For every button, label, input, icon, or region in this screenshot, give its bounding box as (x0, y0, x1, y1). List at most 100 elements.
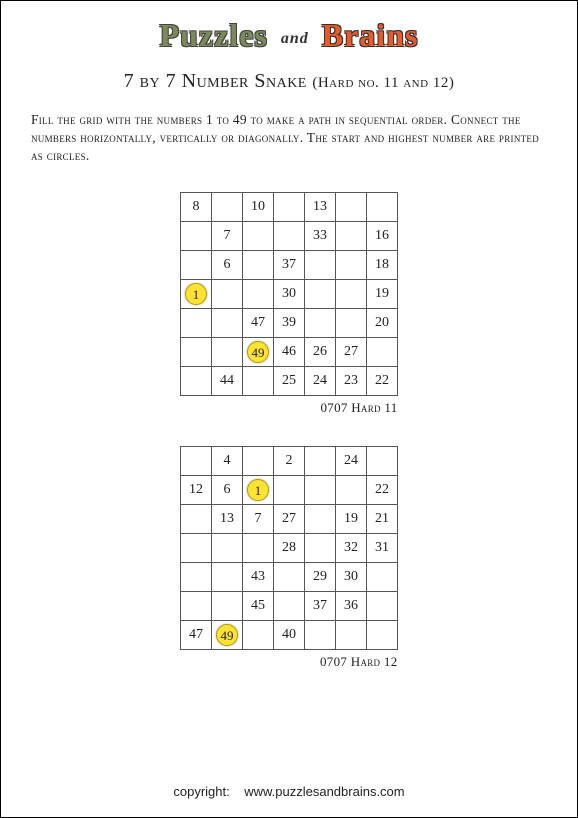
grid-cell[interactable] (181, 504, 212, 533)
grid-cell[interactable] (367, 192, 398, 221)
grid-cell[interactable] (305, 308, 336, 337)
grid-cell[interactable] (305, 279, 336, 308)
grid-cell[interactable] (305, 504, 336, 533)
grid-cell[interactable]: 49 (212, 620, 243, 649)
grid-cell[interactable]: 36 (336, 591, 367, 620)
grid-cell[interactable]: 40 (274, 620, 305, 649)
grid-cell[interactable]: 49 (243, 337, 274, 366)
grid-cell[interactable]: 46 (274, 337, 305, 366)
grid-cell[interactable]: 4 (212, 446, 243, 475)
grid-cell[interactable]: 44 (212, 366, 243, 395)
grid-cell[interactable]: 6 (212, 250, 243, 279)
grid-cell[interactable] (305, 250, 336, 279)
grid-cell[interactable]: 31 (367, 533, 398, 562)
grid-cell[interactable] (243, 221, 274, 250)
grid-cell[interactable] (181, 308, 212, 337)
grid-cell[interactable] (274, 591, 305, 620)
grid-cell[interactable] (181, 533, 212, 562)
grid-cell[interactable]: 27 (336, 337, 367, 366)
grid-cell[interactable] (243, 620, 274, 649)
grid-cell[interactable]: 32 (336, 533, 367, 562)
grid-cell[interactable] (336, 250, 367, 279)
grid-cell[interactable]: 22 (367, 475, 398, 504)
grid-cell[interactable]: 12 (181, 475, 212, 504)
grid-cell[interactable] (212, 562, 243, 591)
grid-cell[interactable] (367, 591, 398, 620)
grid-cell[interactable]: 45 (243, 591, 274, 620)
grid-cell[interactable] (336, 279, 367, 308)
grid-cell[interactable] (336, 221, 367, 250)
grid-cell[interactable] (367, 562, 398, 591)
grid-cell[interactable]: 24 (336, 446, 367, 475)
grid-cell[interactable] (305, 446, 336, 475)
grid-cell[interactable]: 7 (212, 221, 243, 250)
grid-cell[interactable]: 16 (367, 221, 398, 250)
grid-cell[interactable] (243, 446, 274, 475)
grid-cell[interactable]: 27 (274, 504, 305, 533)
grid-cell[interactable] (212, 533, 243, 562)
grid-cell[interactable]: 18 (367, 250, 398, 279)
grid-cell[interactable] (181, 591, 212, 620)
grid-cell[interactable]: 19 (336, 504, 367, 533)
grid-cell[interactable]: 13 (305, 192, 336, 221)
grid-cell[interactable]: 26 (305, 337, 336, 366)
grid-cell[interactable] (367, 620, 398, 649)
grid-cell[interactable] (367, 337, 398, 366)
grid-cell[interactable] (336, 620, 367, 649)
grid-cell[interactable]: 10 (243, 192, 274, 221)
grid-cell[interactable]: 30 (336, 562, 367, 591)
grid-cell[interactable] (305, 620, 336, 649)
grid-cell[interactable] (181, 221, 212, 250)
footer-url: www.puzzlesandbrains.com (244, 784, 404, 799)
grid-cell[interactable]: 6 (212, 475, 243, 504)
grid-cell[interactable] (274, 221, 305, 250)
grid-cell[interactable] (336, 475, 367, 504)
grid-cell[interactable]: 21 (367, 504, 398, 533)
grid-cell[interactable]: 22 (367, 366, 398, 395)
grid-cell[interactable]: 23 (336, 366, 367, 395)
grid-cell[interactable] (181, 446, 212, 475)
grid-cell[interactable]: 13 (212, 504, 243, 533)
grid-cell[interactable] (212, 192, 243, 221)
grid-cell[interactable]: 37 (274, 250, 305, 279)
grid-cell[interactable]: 7 (243, 504, 274, 533)
grid-cell[interactable] (336, 192, 367, 221)
grid-cell[interactable]: 47 (243, 308, 274, 337)
grid-cell[interactable] (305, 475, 336, 504)
grid-cell[interactable]: 30 (274, 279, 305, 308)
grid-cell[interactable] (367, 446, 398, 475)
grid-cell[interactable]: 33 (305, 221, 336, 250)
grid-cell[interactable] (212, 279, 243, 308)
grid-cell[interactable]: 47 (181, 620, 212, 649)
grid-cell[interactable] (181, 337, 212, 366)
grid-cell[interactable] (243, 279, 274, 308)
grid-cell[interactable] (336, 308, 367, 337)
grid-cell[interactable]: 25 (274, 366, 305, 395)
grid-cell[interactable] (212, 337, 243, 366)
grid-cell[interactable]: 19 (367, 279, 398, 308)
grid-cell[interactable]: 24 (305, 366, 336, 395)
grid-cell[interactable] (181, 562, 212, 591)
logo-word2: Brains (322, 17, 419, 53)
grid-cell[interactable] (305, 533, 336, 562)
grid-cell[interactable] (181, 366, 212, 395)
grid-cell[interactable] (243, 533, 274, 562)
grid-cell[interactable] (274, 192, 305, 221)
grid-cell[interactable]: 28 (274, 533, 305, 562)
grid-cell[interactable]: 8 (181, 192, 212, 221)
grid-cell[interactable]: 43 (243, 562, 274, 591)
grid-cell[interactable] (212, 308, 243, 337)
grid-cell[interactable] (212, 591, 243, 620)
grid-cell[interactable]: 39 (274, 308, 305, 337)
grid-cell[interactable] (274, 562, 305, 591)
grid-cell[interactable]: 29 (305, 562, 336, 591)
grid-cell[interactable]: 2 (274, 446, 305, 475)
grid-cell[interactable]: 37 (305, 591, 336, 620)
grid-cell[interactable]: 1 (243, 475, 274, 504)
grid-cell[interactable] (243, 250, 274, 279)
grid-cell[interactable]: 20 (367, 308, 398, 337)
grid-cell[interactable] (181, 250, 212, 279)
grid-cell[interactable] (274, 475, 305, 504)
grid-cell[interactable]: 1 (181, 279, 212, 308)
grid-cell[interactable] (243, 366, 274, 395)
